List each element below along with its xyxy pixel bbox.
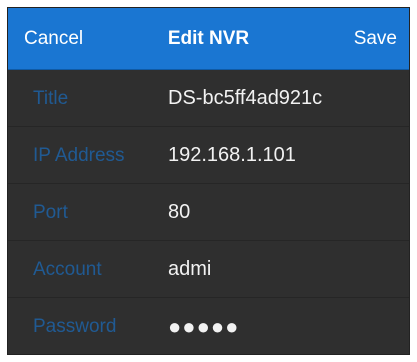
cancel-button[interactable]: Cancel (24, 8, 83, 70)
port-label: Port (33, 202, 68, 223)
navigation-bar: Edit NVR Cancel Save (8, 8, 409, 70)
password-row[interactable]: Password ●●●●● (8, 298, 409, 354)
account-field[interactable]: admi (168, 241, 211, 298)
port-row[interactable]: Port 80 (8, 184, 409, 241)
password-field[interactable]: ●●●●● (168, 298, 239, 354)
ip-address-field[interactable]: 192.168.1.101 (168, 127, 296, 184)
ip-address-row[interactable]: IP Address 192.168.1.101 (8, 127, 409, 184)
edit-nvr-screen: Edit NVR Cancel Save Title DS-bc5ff4ad92… (7, 7, 410, 355)
title-field[interactable]: DS-bc5ff4ad921c (168, 70, 322, 127)
account-label: Account (33, 259, 102, 280)
title-row[interactable]: Title DS-bc5ff4ad921c (8, 70, 409, 127)
account-row[interactable]: Account admi (8, 241, 409, 298)
save-button[interactable]: Save (354, 8, 397, 70)
nvr-form: Title DS-bc5ff4ad921c IP Address 192.168… (8, 70, 409, 354)
password-label: Password (33, 316, 117, 337)
ip-address-label: IP Address (33, 145, 125, 166)
title-label: Title (33, 88, 69, 109)
port-field[interactable]: 80 (168, 184, 190, 241)
